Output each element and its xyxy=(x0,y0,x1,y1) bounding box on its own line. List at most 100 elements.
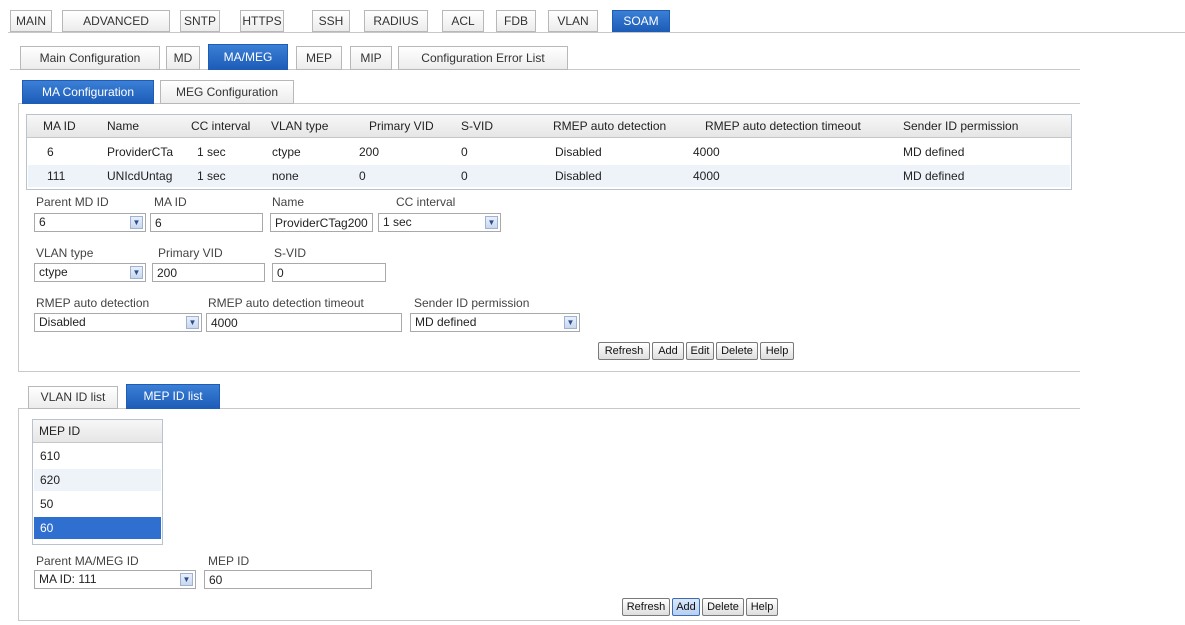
parent-ma-meg-id-select[interactable]: MA ID: 111 ▼ xyxy=(34,570,196,589)
chevron-down-icon: ▼ xyxy=(180,573,193,586)
cell-cc-interval: 1 sec xyxy=(197,145,226,159)
cc-interval-label: CC interval xyxy=(396,195,456,209)
cell-mep-id: 50 xyxy=(40,497,54,511)
parent-ma-meg-id-label: Parent MA/MEG ID xyxy=(36,554,139,568)
rmep-timeout-input[interactable] xyxy=(206,313,402,332)
tab-soam[interactable]: SOAM xyxy=(612,10,670,32)
tab-ssh[interactable]: SSH xyxy=(312,10,350,32)
rmep-auto-detection-label: RMEP auto detection xyxy=(36,296,150,310)
table-row[interactable]: 610 xyxy=(34,445,161,467)
table-row[interactable]: 111 UNIcdUntag 1 sec none 0 0 Disabled 4… xyxy=(28,165,1070,187)
delete-button[interactable]: Delete xyxy=(716,342,758,360)
mep-table: MEP ID 610 620 50 60 xyxy=(32,419,163,545)
cell-ma-id: 111 xyxy=(47,169,66,183)
s-vid-input[interactable] xyxy=(272,263,386,282)
delete-button[interactable]: Delete xyxy=(702,598,744,616)
cell-sender-id-permission: MD defined xyxy=(903,145,965,159)
cell-cc-interval: 1 sec xyxy=(197,169,226,183)
cell-primary-vid: 200 xyxy=(359,145,380,159)
table-row[interactable]: 6 ProviderCTa 1 sec ctype 200 0 Disabled… xyxy=(28,141,1070,163)
tab-mep[interactable]: MEP xyxy=(296,46,342,70)
s-vid-label: S-VID xyxy=(274,246,307,260)
add-button[interactable]: Add xyxy=(652,342,684,360)
tab-ma-meg[interactable]: MA/MEG xyxy=(208,44,288,70)
table-row[interactable]: 50 xyxy=(34,493,161,515)
refresh-button[interactable]: Refresh xyxy=(598,342,650,360)
mep-table-header: MEP ID xyxy=(33,420,162,443)
tab-advanced[interactable]: ADVANCED xyxy=(62,10,170,32)
vlan-type-select[interactable]: ctype ▼ xyxy=(34,263,146,282)
cell-name: ProviderCTa xyxy=(107,145,174,159)
mep-id-label: MEP ID xyxy=(208,554,250,568)
parent-md-id-label: Parent MD ID xyxy=(36,195,109,209)
col-cc-interval[interactable]: CC interval xyxy=(191,115,271,137)
cell-primary-vid: 0 xyxy=(359,169,366,183)
tab-vlan[interactable]: VLAN xyxy=(548,10,598,32)
tab-ma-configuration[interactable]: MA Configuration xyxy=(22,80,154,104)
col-mep-id[interactable]: MEP ID xyxy=(39,420,149,442)
col-s-vid[interactable]: S-VID xyxy=(461,115,521,137)
col-rmep-auto-detection[interactable]: RMEP auto detection xyxy=(553,115,703,137)
col-ma-id[interactable]: MA ID xyxy=(43,115,103,137)
tab-https[interactable]: HTTPS xyxy=(240,10,284,32)
cell-rmep-auto-detection: Disabled xyxy=(555,169,602,183)
tab-main[interactable]: MAIN xyxy=(10,10,52,32)
tab-fdb[interactable]: FDB xyxy=(496,10,536,32)
vlan-type-value: ctype xyxy=(39,265,68,279)
refresh-button[interactable]: Refresh xyxy=(622,598,670,616)
cell-mep-id: 610 xyxy=(40,449,61,463)
col-rmep-timeout[interactable]: RMEP auto detection timeout xyxy=(705,115,905,137)
ma-table: MA ID Name CC interval VLAN type Primary… xyxy=(26,114,1072,190)
cell-rmep-timeout: 4000 xyxy=(693,145,720,159)
col-primary-vid[interactable]: Primary VID xyxy=(369,115,459,137)
tab-main-configuration[interactable]: Main Configuration xyxy=(20,46,160,70)
help-button[interactable]: Help xyxy=(760,342,794,360)
tab-meg-configuration[interactable]: MEG Configuration xyxy=(160,80,294,104)
add-button[interactable]: Add xyxy=(672,598,700,616)
cell-mep-id: 620 xyxy=(40,473,61,487)
sender-id-permission-label: Sender ID permission xyxy=(414,296,530,310)
chevron-down-icon: ▼ xyxy=(485,216,498,229)
primary-vid-label: Primary VID xyxy=(158,246,223,260)
parent-md-id-value: 6 xyxy=(39,215,46,229)
tab-vlan-id-list[interactable]: VLAN ID list xyxy=(28,386,118,409)
chevron-down-icon: ▼ xyxy=(564,316,577,329)
ma-id-label: MA ID xyxy=(154,195,187,209)
tab-acl[interactable]: ACL xyxy=(442,10,484,32)
name-input[interactable] xyxy=(270,213,373,232)
cell-ma-id: 6 xyxy=(47,145,54,159)
table-row-selected[interactable]: 60 xyxy=(34,517,161,539)
rmep-auto-detection-value: Disabled xyxy=(39,315,86,329)
col-name[interactable]: Name xyxy=(107,115,177,137)
edit-button[interactable]: Edit xyxy=(686,342,714,360)
primary-vid-input[interactable] xyxy=(152,263,265,282)
col-sender-id-permission[interactable]: Sender ID permission xyxy=(903,115,1063,137)
sender-id-permission-select[interactable]: MD defined ▼ xyxy=(410,313,580,332)
chevron-down-icon: ▼ xyxy=(130,266,143,279)
tab-md[interactable]: MD xyxy=(166,46,200,70)
rmep-auto-detection-select[interactable]: Disabled ▼ xyxy=(34,313,202,332)
help-button[interactable]: Help xyxy=(746,598,778,616)
cell-rmep-auto-detection: Disabled xyxy=(555,145,602,159)
parent-md-id-select[interactable]: 6 ▼ xyxy=(34,213,146,232)
sender-id-permission-value: MD defined xyxy=(415,315,477,329)
tab-mip[interactable]: MIP xyxy=(350,46,392,70)
cell-s-vid: 0 xyxy=(461,145,468,159)
parent-ma-meg-id-value: MA ID: 111 xyxy=(39,572,97,586)
ma-id-input[interactable] xyxy=(150,213,263,232)
cc-interval-select[interactable]: 1 sec ▼ xyxy=(378,213,501,232)
tab-sntp[interactable]: SNTP xyxy=(180,10,220,32)
tab-mep-id-list[interactable]: MEP ID list xyxy=(126,384,220,409)
cell-s-vid: 0 xyxy=(461,169,468,183)
col-vlan-type[interactable]: VLAN type xyxy=(271,115,361,137)
table-row[interactable]: 620 xyxy=(34,469,161,491)
cell-mep-id: 60 xyxy=(40,521,54,535)
chevron-down-icon: ▼ xyxy=(130,216,143,229)
tab-configuration-error-list[interactable]: Configuration Error List xyxy=(398,46,568,70)
vlan-type-label: VLAN type xyxy=(36,246,94,260)
tab-radius[interactable]: RADIUS xyxy=(364,10,428,32)
ma-table-header: MA ID Name CC interval VLAN type Primary… xyxy=(27,115,1071,138)
cell-rmep-timeout: 4000 xyxy=(693,169,720,183)
mep-id-input[interactable] xyxy=(204,570,372,589)
chevron-down-icon: ▼ xyxy=(186,316,199,329)
